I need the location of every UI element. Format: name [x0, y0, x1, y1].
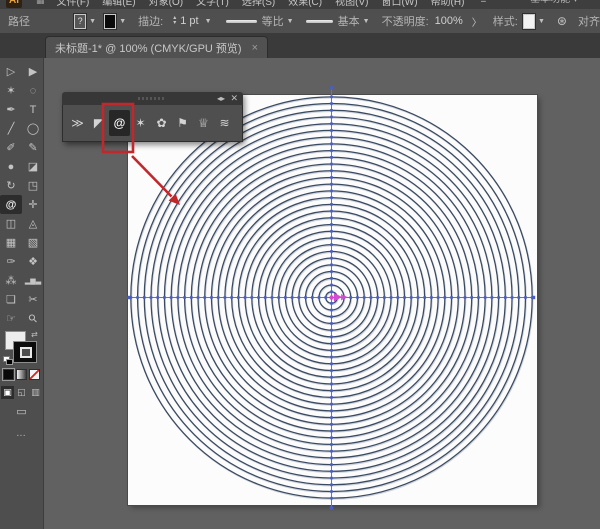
tutorial-annotation: [0, 0, 600, 529]
